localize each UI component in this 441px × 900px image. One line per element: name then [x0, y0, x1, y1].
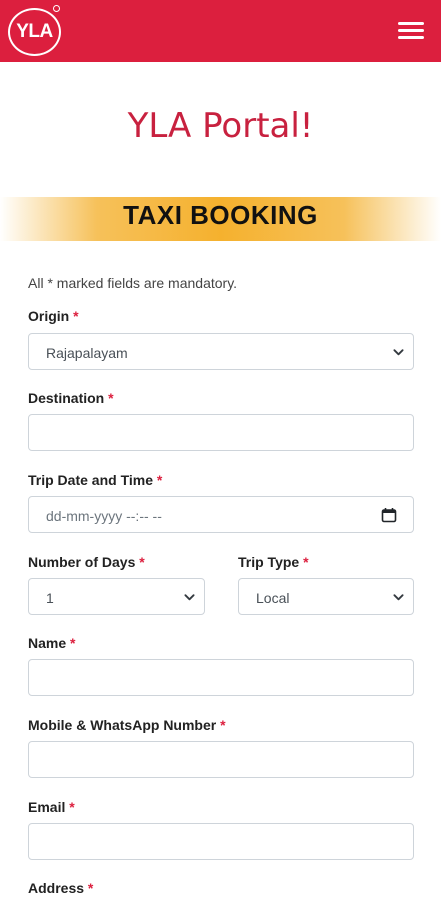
top-bar: YLA [0, 0, 441, 62]
chevron-down-icon [393, 349, 404, 356]
required-asterisk: * [220, 717, 226, 733]
chevron-down-icon [393, 594, 404, 601]
calendar-icon[interactable] [381, 507, 397, 523]
trip-type-select[interactable]: Local [238, 578, 414, 615]
required-asterisk: * [70, 635, 76, 651]
email-input[interactable] [28, 823, 414, 860]
origin-select[interactable]: Rajapalayam [28, 333, 414, 370]
destination-input[interactable] [28, 414, 414, 451]
mandatory-note: All * marked fields are mandatory. [28, 275, 238, 291]
origin-value: Rajapalayam [46, 345, 128, 361]
destination-label-text: Destination [28, 390, 105, 406]
trip-type-label: Trip Type * [238, 554, 309, 570]
trip-type-value: Local [256, 590, 290, 606]
trip-datetime-input[interactable]: dd-mm-yyyy --:-- -- [28, 496, 414, 533]
required-asterisk: * [156, 472, 163, 488]
required-asterisk: * [108, 390, 114, 406]
name-label: Name * [28, 635, 75, 651]
email-label-text: Email [28, 799, 66, 815]
required-asterisk: * [69, 799, 75, 815]
name-label-text: Name [28, 635, 67, 651]
number-of-days-label: Number of Days * [28, 554, 145, 570]
portal-title: YLA Portal! [127, 106, 314, 146]
yla-logo[interactable]: YLA [8, 8, 61, 56]
origin-label-text: Origin [28, 308, 70, 324]
required-asterisk: * [303, 554, 309, 570]
destination-label: Destination * [28, 390, 114, 406]
number-of-days-label-text: Number of Days [28, 554, 136, 570]
registered-mark-icon [53, 5, 60, 12]
number-of-days-value: 1 [46, 590, 54, 606]
mobile-input[interactable] [28, 741, 414, 778]
email-label: Email * [28, 799, 75, 815]
number-of-days-select[interactable]: 1 [28, 578, 205, 615]
trip-datetime-placeholder: dd-mm-yyyy --:-- -- [46, 508, 162, 524]
trip-type-label-text: Trip Type [238, 554, 300, 570]
address-label-text: Address [28, 880, 85, 896]
mobile-label-text: Mobile & WhatsApp Number [28, 717, 217, 733]
section-title: TAXI BOOKING [123, 200, 318, 230]
required-asterisk: * [87, 880, 94, 896]
name-input[interactable] [28, 659, 414, 696]
required-asterisk: * [73, 308, 79, 324]
logo-text: YLA [16, 21, 53, 42]
mobile-label: Mobile & WhatsApp Number * [28, 717, 226, 733]
hamburger-menu-icon[interactable] [398, 20, 426, 40]
required-asterisk: * [139, 554, 145, 570]
chevron-down-icon [184, 594, 195, 601]
address-label: Address * [28, 880, 93, 896]
origin-label: Origin * [28, 308, 79, 324]
trip-datetime-label-text: Trip Date and Time [28, 472, 153, 488]
trip-datetime-label: Trip Date and Time * [28, 472, 162, 488]
